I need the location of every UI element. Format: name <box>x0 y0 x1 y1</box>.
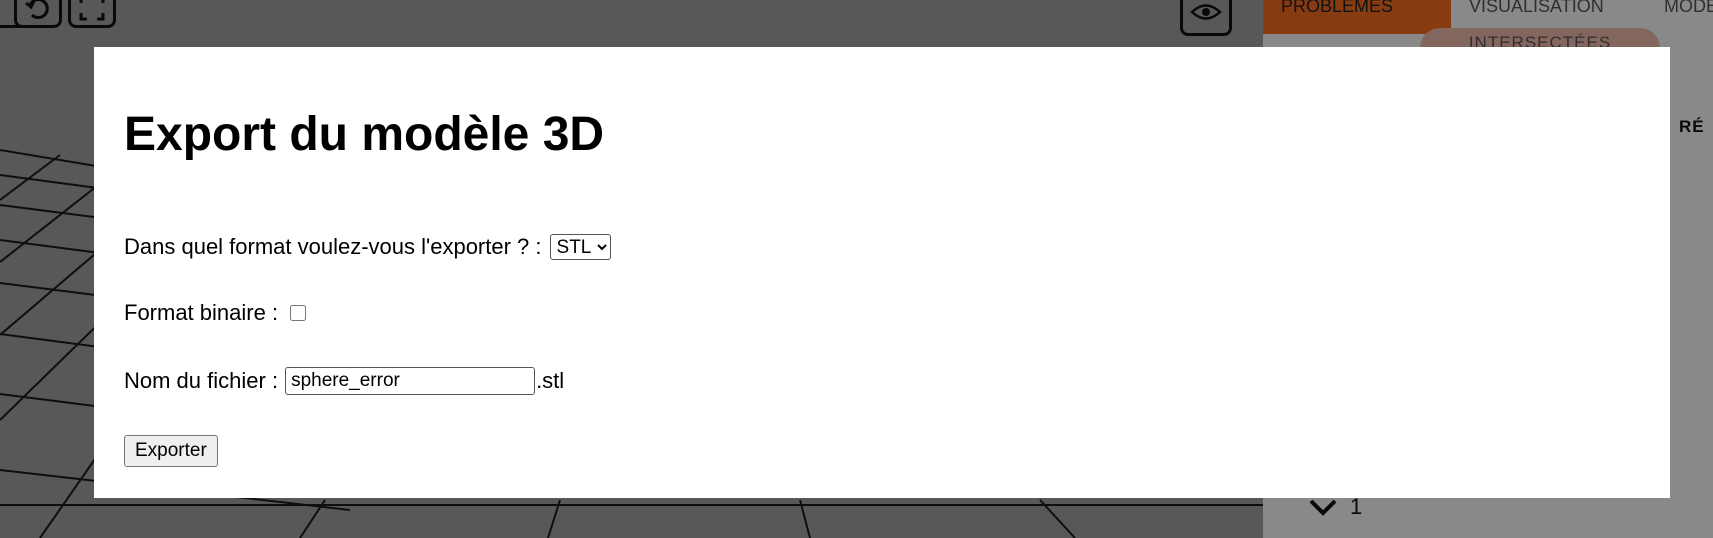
format-select[interactable]: STL <box>549 234 611 260</box>
binary-label: Format binaire : <box>124 300 279 325</box>
filename-label: Nom du fichier : <box>124 368 279 393</box>
export-modal: Export du modèle 3D Dans quel format vou… <box>94 47 1670 498</box>
binary-row: Format binaire : <box>124 300 307 326</box>
format-row: Dans quel format voulez-vous l'exporter … <box>124 234 611 260</box>
filename-extension: .stl <box>536 368 565 393</box>
binary-checkbox[interactable] <box>290 305 307 321</box>
export-button[interactable]: Exporter <box>124 435 218 467</box>
filename-row: Nom du fichier : .stl <box>124 367 564 395</box>
modal-title: Export du modèle 3D <box>124 108 605 161</box>
filename-input[interactable] <box>285 367 536 395</box>
format-label: Dans quel format voulez-vous l'exporter … <box>124 234 542 259</box>
